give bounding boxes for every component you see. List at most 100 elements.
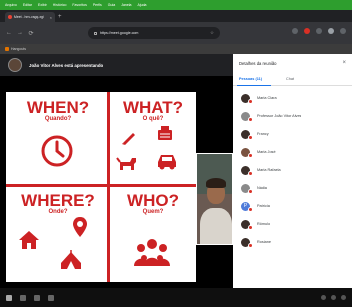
menu-item-window[interactable]: Janela bbox=[121, 3, 131, 7]
tray-icon[interactable] bbox=[321, 295, 326, 300]
active-tab-indicator bbox=[237, 84, 271, 86]
participant-name: Francy bbox=[257, 132, 269, 136]
extension-red-icon[interactable] bbox=[304, 28, 310, 34]
address-bar[interactable]: https://meet.google.com ☆ bbox=[88, 27, 220, 39]
presenter-banner: João Vitor Alves está apresentando bbox=[0, 54, 233, 76]
recording-dot-icon bbox=[8, 15, 12, 19]
reload-button[interactable]: ⟳ bbox=[28, 30, 34, 37]
camera-person-shirt bbox=[200, 208, 232, 244]
panel-tabs: Pessoas (11) Chat bbox=[233, 72, 352, 86]
extension-icon[interactable] bbox=[292, 28, 298, 34]
who-title: WHO? bbox=[127, 191, 179, 210]
camera-person-hair bbox=[206, 178, 226, 188]
app-label: Hangouts bbox=[11, 47, 26, 51]
browser-toolbar: ← → ⟳ https://meet.google.com ☆ bbox=[0, 22, 352, 44]
menu-item-history[interactable]: Histórico bbox=[53, 3, 67, 7]
muted-mic-icon bbox=[248, 152, 253, 158]
participant-name: Rômulo bbox=[257, 222, 271, 226]
participant-row[interactable]: Francy bbox=[241, 125, 344, 143]
muted-mic-icon bbox=[248, 170, 253, 176]
what-question: WHAT? O quê? bbox=[112, 98, 194, 122]
participant-row[interactable]: Professor João Vitor Alves bbox=[241, 107, 344, 125]
ticket-icon bbox=[158, 126, 172, 140]
muted-mic-icon bbox=[248, 242, 253, 248]
participant-name: Rosiane bbox=[257, 240, 271, 244]
pencil-icon bbox=[122, 133, 135, 145]
presentation-slide: WHEN? Quando? WHAT? O quê? WHERE? Onde? … bbox=[6, 92, 196, 282]
panel-header: Detalhes da reunião × bbox=[233, 54, 352, 72]
menu-item-view[interactable]: Exibir bbox=[38, 3, 47, 7]
participant-name: Nádia bbox=[257, 186, 267, 190]
participant-row[interactable]: Rômulo bbox=[241, 215, 344, 233]
who-question: WHO? Quem? bbox=[112, 191, 194, 215]
tray-icon[interactable] bbox=[341, 295, 346, 300]
muted-mic-icon bbox=[248, 116, 253, 122]
where-question: WHERE? Onde? bbox=[10, 191, 106, 215]
muted-mic-icon bbox=[248, 224, 253, 230]
participant-name: Maria Rafaela bbox=[257, 168, 281, 172]
participant-name: Maria Clara bbox=[257, 96, 277, 100]
participant-row[interactable]: Rosiane bbox=[241, 233, 344, 251]
menu-item-help[interactable]: Ajuda bbox=[138, 3, 147, 7]
car-icon bbox=[158, 155, 176, 170]
participant-row[interactable]: Maria Clara bbox=[241, 89, 344, 107]
panel-title: Detalhes da reunião bbox=[239, 60, 277, 66]
participant-list: Maria Clara Professor João Vitor Alves Fra… bbox=[233, 86, 352, 254]
back-button[interactable]: ← bbox=[6, 30, 12, 36]
presenter-avatar bbox=[8, 58, 22, 72]
taskbar-app-icon[interactable] bbox=[20, 294, 26, 301]
taskbar-app-icon[interactable] bbox=[48, 294, 54, 301]
profile-avatar[interactable] bbox=[328, 28, 334, 34]
participant-row[interactable]: Maria Rafaela bbox=[241, 161, 344, 179]
tab-people[interactable]: Pessoas (11) bbox=[239, 77, 262, 81]
menu-item-profiles[interactable]: Perfis bbox=[93, 3, 102, 7]
participant-name: Maria José bbox=[257, 150, 276, 154]
tray-icon[interactable] bbox=[331, 295, 336, 300]
tab-chat[interactable]: Chat bbox=[286, 77, 294, 81]
start-menu-icon[interactable] bbox=[6, 294, 12, 301]
muted-mic-icon bbox=[248, 98, 253, 104]
close-tab-icon[interactable]: × bbox=[50, 15, 52, 20]
muted-mic-icon bbox=[248, 188, 253, 194]
participant-name: Patrícia bbox=[257, 204, 270, 208]
participant-row[interactable]: Nádia bbox=[241, 179, 344, 197]
menu-item-file[interactable]: Arquivo bbox=[5, 3, 17, 7]
clock-icon bbox=[41, 135, 73, 167]
system-tray bbox=[321, 295, 346, 300]
browser-tab-meet[interactable]: Meet - hnv-csgq-xgi × bbox=[5, 12, 55, 22]
os-taskbar bbox=[0, 288, 352, 307]
presentation-stage: WHEN? Quando? WHAT? O quê? WHERE? Onde? … bbox=[0, 76, 233, 288]
address-url: https://meet.google.com bbox=[100, 31, 139, 35]
circus-tent-icon bbox=[61, 250, 81, 269]
dog-icon bbox=[116, 157, 136, 170]
participant-row[interactable]: Maria José bbox=[241, 143, 344, 161]
meeting-details-panel: Detalhes da reunião × Pessoas (11) Chat … bbox=[233, 54, 352, 288]
forward-button[interactable]: → bbox=[17, 30, 23, 36]
participant-row[interactable]: P Patrícia bbox=[241, 197, 344, 215]
browser-tabstrip: Meet - hnv-csgq-xgi × + bbox=[0, 10, 352, 22]
participant-name: Professor João Vitor Alves bbox=[257, 114, 302, 118]
new-tab-button[interactable]: + bbox=[58, 12, 62, 22]
location-pin-icon bbox=[73, 217, 87, 237]
what-title: WHAT? bbox=[122, 98, 184, 117]
where-title: WHERE? bbox=[21, 191, 95, 210]
when-title: WHEN? bbox=[26, 98, 90, 117]
extension-icon[interactable] bbox=[316, 28, 322, 34]
menu-item-bookmarks[interactable]: Favoritos bbox=[72, 3, 86, 7]
close-panel-icon[interactable]: × bbox=[342, 60, 346, 66]
who-subtitle: Quem? bbox=[142, 209, 164, 215]
bookmark-star-icon[interactable]: ☆ bbox=[210, 30, 214, 36]
tab-title: Meet - hnv-csgq-xgi bbox=[14, 15, 44, 19]
lock-icon bbox=[94, 31, 97, 35]
people-group-icon bbox=[134, 239, 170, 266]
taskbar-app-icon[interactable] bbox=[34, 294, 40, 301]
menu-item-tab[interactable]: Guia bbox=[108, 3, 115, 7]
slide-divider-vertical bbox=[107, 92, 110, 282]
when-question: WHEN? Quando? bbox=[14, 98, 102, 122]
menu-item-edit[interactable]: Editar bbox=[23, 3, 32, 7]
slide-divider-horizontal bbox=[6, 184, 196, 187]
self-camera-tile[interactable] bbox=[196, 153, 233, 245]
muted-mic-icon bbox=[248, 206, 253, 212]
hangouts-logo-icon bbox=[5, 47, 9, 51]
menu-kebab-icon[interactable] bbox=[340, 28, 346, 34]
